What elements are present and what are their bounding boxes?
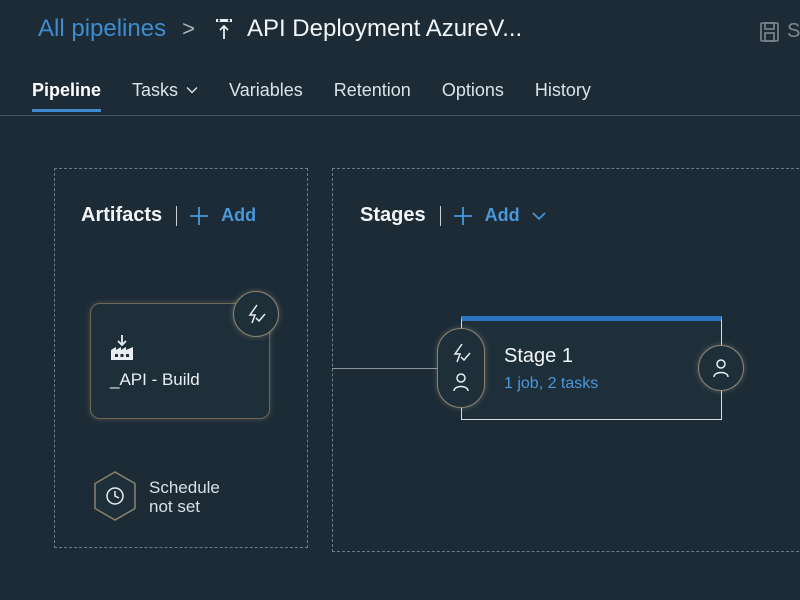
breadcrumb: All pipelines > API Deployment AzureV... — [38, 12, 522, 46]
tab-history[interactable]: History — [535, 70, 591, 110]
header-separator — [176, 205, 178, 226]
add-stage-button[interactable]: Add — [453, 205, 546, 226]
save-button[interactable]: S — [787, 20, 800, 43]
schedule-line-2: not set — [149, 497, 201, 516]
add-artifact-button[interactable]: Add — [189, 205, 256, 226]
artifact-name: _API - Build — [110, 370, 200, 389]
release-pipeline-icon — [211, 16, 237, 42]
schedule-line-1: Schedule — [149, 478, 220, 497]
tab-bar: Pipeline Tasks Variables Retention Optio… — [32, 70, 622, 116]
plus-icon — [190, 206, 209, 225]
tab-pipeline[interactable]: Pipeline — [32, 70, 102, 112]
stage-summary-link[interactable]: 1 job, 2 tasks — [504, 375, 598, 393]
add-stage-label: Add — [484, 205, 520, 225]
tab-history-label: History — [534, 80, 591, 100]
plus-icon — [453, 206, 472, 225]
artifacts-title: Artifacts — [81, 204, 163, 226]
tab-variables[interactable]: Variables — [229, 70, 303, 110]
tab-tasks-label: Tasks — [132, 80, 179, 100]
lightning-check-icon — [248, 304, 266, 324]
pre-deployment-trigger-icon[interactable] — [450, 342, 472, 364]
chevron-down-icon — [532, 211, 546, 220]
stage-name: Stage 1 — [504, 345, 573, 367]
header-separator — [439, 205, 441, 226]
save-icon[interactable] — [760, 21, 780, 43]
all-pipelines-link[interactable]: All pipelines — [38, 15, 166, 43]
post-deployment-approvers-button[interactable] — [698, 345, 744, 391]
schedule-trigger-button[interactable] — [92, 470, 138, 522]
continuous-deployment-trigger-button[interactable] — [233, 291, 279, 337]
tab-options-label: Options — [441, 80, 504, 100]
tab-tasks[interactable]: Tasks — [132, 70, 198, 110]
stages-header: Stages Add — [360, 204, 546, 227]
artifacts-header: Artifacts Add — [81, 204, 256, 227]
build-artifact-icon — [111, 335, 133, 360]
tab-retention[interactable]: Retention — [334, 70, 411, 110]
tab-variables-label: Variables — [229, 80, 303, 100]
stages-title: Stages — [360, 204, 426, 226]
tab-retention-label: Retention — [333, 80, 411, 100]
tab-options[interactable]: Options — [442, 70, 504, 110]
tab-pipeline-label: Pipeline — [32, 80, 102, 100]
pipeline-title: API Deployment AzureV... — [246, 15, 523, 42]
stage-card[interactable]: Stage 1 1 job, 2 tasks — [461, 316, 722, 420]
pre-deployment-approvers-icon[interactable] — [450, 371, 472, 393]
schedule-status: Schedule not set — [149, 478, 259, 516]
add-artifact-label: Add — [221, 205, 257, 225]
tab-divider — [0, 115, 800, 116]
stage-connector-line — [332, 368, 440, 369]
person-icon — [713, 359, 729, 378]
chevron-down-icon — [186, 87, 198, 94]
pre-deployment-conditions — [437, 328, 485, 408]
breadcrumb-separator: > — [182, 16, 195, 41]
